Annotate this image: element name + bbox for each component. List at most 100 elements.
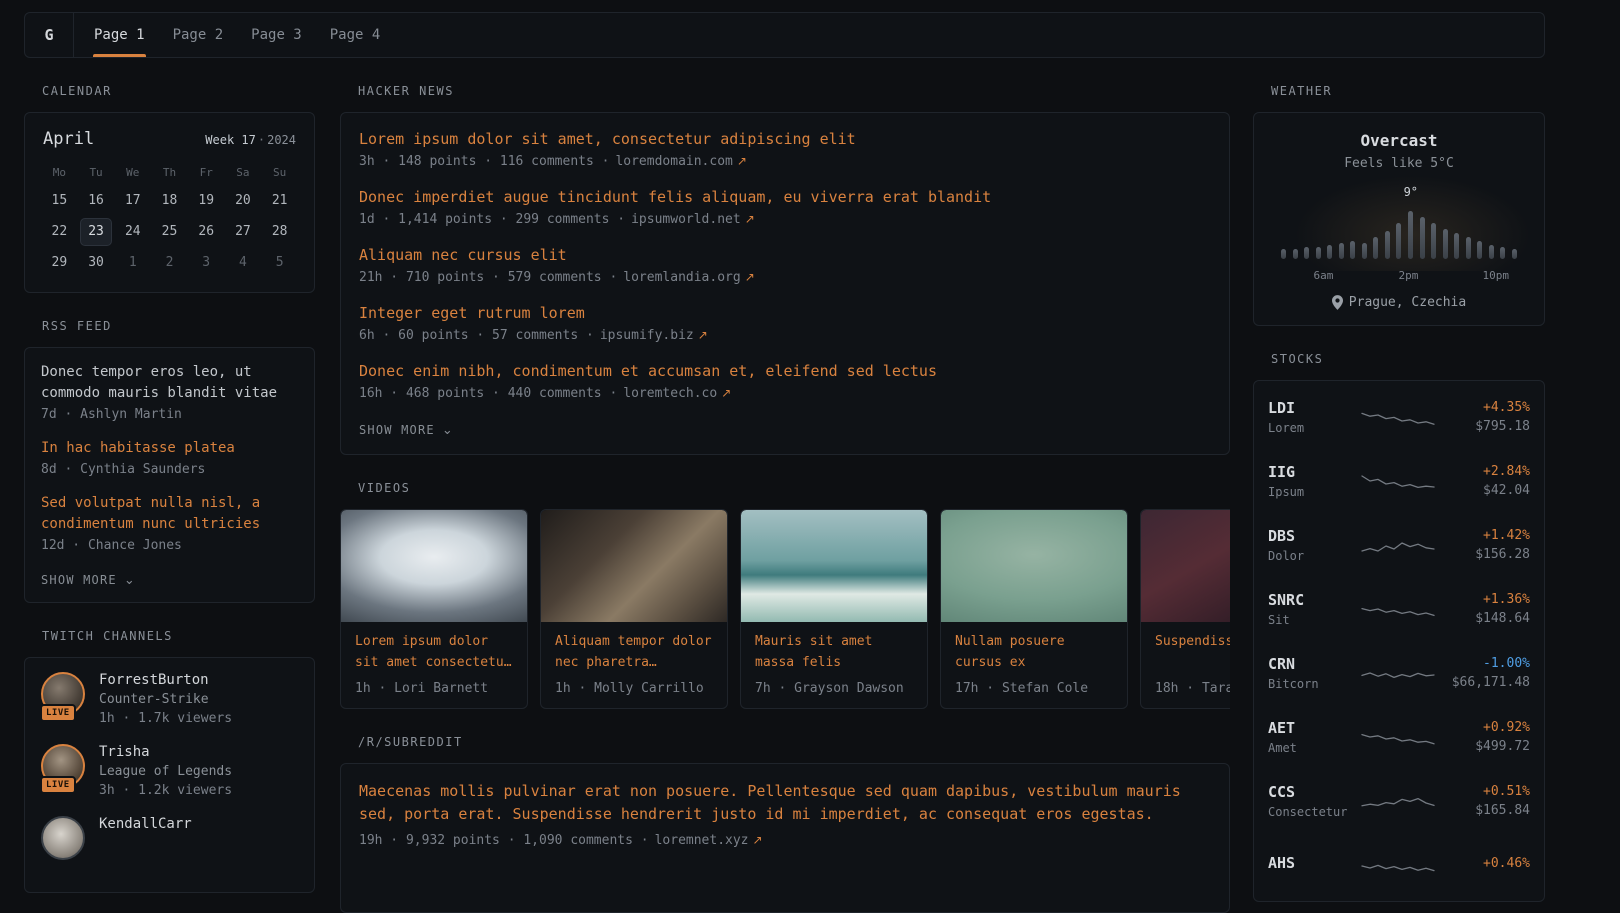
weather-panel: Overcast Feels like 5°C 9° 6am 2pm 10pm … [1253,112,1545,326]
hn-title-link[interactable]: Lorem ipsum dolor sit amet, consectetur … [359,129,1211,150]
hn-domain-text: ipsumify.biz [600,328,694,343]
rss-item-link[interactable]: Donec tempor eros leo, ut commodo mauris… [41,362,298,404]
rss-item: Sed volutpat nulla nisl, a condimentum n… [41,493,298,553]
stock-numbers: +0.51% $165.84 [1446,784,1530,818]
subreddit-domain-text: loremnet.xyz [655,833,749,848]
stock-row[interactable]: AET Amet +0.92% $499.72 [1268,705,1530,769]
rss-panel: Donec tempor eros leo, ut commodo mauris… [24,347,315,603]
video-meta: 7h · Grayson Dawson [741,674,927,708]
external-link-icon: ↗ [698,328,708,343]
twitch-channel-info: ForrestBurton Counter-Strike 1h · 1.7k v… [99,672,232,726]
twitch-channel[interactable]: KendallCarr [41,816,298,860]
weather-bar [1327,245,1332,259]
video-card[interactable]: Aliquam tempor dolor nec pharetra… 1h · … [540,509,728,709]
hn-domain-text: ipsumworld.net [631,212,741,227]
tab-page-2[interactable]: Page 2 [159,13,238,57]
stock-price: $499.72 [1446,739,1530,754]
subreddit-post-link[interactable]: Maecenas mollis pulvinar erat non posuer… [359,780,1211,827]
hn-domain-link[interactable]: loremtech.co ↗ [623,386,731,401]
twitch-channel[interactable]: LIVE Trisha League of Legends 3h · 1.2k … [41,744,298,798]
stock-numbers: +2.84% $42.04 [1446,464,1530,498]
stock-row[interactable]: SNRC Sit +1.36% $148.64 [1268,577,1530,641]
stock-change: -1.00% [1446,656,1530,671]
stock-change: +4.35% [1446,400,1530,415]
hn-title-link[interactable]: Integer eget rutrum lorem [359,303,1211,324]
video-title: Aliquam tempor dolor nec pharetra… [541,622,727,674]
tab-page-1[interactable]: Page 1 [80,13,159,57]
stock-row[interactable]: CCS Consectetur +0.51% $165.84 [1268,769,1530,833]
stock-row[interactable]: IIG Ipsum +2.84% $42.04 [1268,449,1530,513]
section-title-hackernews: HACKER NEWS [358,84,1230,98]
calendar-day-next-month: 4 [225,247,262,278]
stock-change: +1.36% [1446,592,1530,607]
stock-row[interactable]: AHS +0.46% [1268,833,1530,897]
hn-meta-text: 3h · 148 points · 116 comments · [359,154,609,169]
rss-item-link[interactable]: Sed volutpat nulla nisl, a condimentum n… [41,493,298,535]
weather-bar [1339,243,1344,259]
hn-title-link[interactable]: Donec imperdiet augue tincidunt felis al… [359,187,1211,208]
section-title-rss: RSS FEED [42,319,315,333]
stock-row[interactable]: CRN Bitcorn -1.00% $66,171.48 [1268,641,1530,705]
tab-page-4[interactable]: Page 4 [316,13,395,57]
twitch-channel-name: KendallCarr [99,816,192,832]
avatar: LIVE [41,744,85,788]
stocks-panel: LDI Lorem +4.35% $795.18 IIG Ipsum +2.84… [1253,380,1545,902]
stock-name: Bitcorn [1268,677,1350,691]
app-logo[interactable]: G [25,13,74,57]
video-thumbnail [941,510,1127,622]
video-meta: 1h · Molly Carrillo [541,674,727,708]
video-card[interactable]: Suspendisse diam 18h · Tara [1140,509,1230,709]
show-more-label: SHOW MORE [41,573,117,587]
hn-domain-link[interactable]: ipsumworld.net ↗ [631,212,755,227]
stock-symbol: LDI [1268,399,1350,417]
twitch-channel-name: ForrestBurton [99,672,232,688]
hn-domain-link[interactable]: ipsumify.biz ↗ [600,328,708,343]
rss-item-link[interactable]: In hac habitasse platea [41,438,298,459]
stock-row[interactable]: DBS Dolor +1.42% $156.28 [1268,513,1530,577]
hn-show-more-button[interactable]: SHOW MORE ⌄ [359,423,454,437]
calendar-day: 20 [225,185,262,216]
weather-feels-like: Feels like 5°C [1270,156,1528,171]
hn-domain-link[interactable]: loremlandia.org ↗ [623,270,754,285]
weather-bar [1350,241,1355,259]
stock-price: $156.28 [1446,547,1530,562]
subreddit-domain-link[interactable]: loremnet.xyz ↗ [655,833,763,848]
calendar-month: April [43,129,94,149]
rss-item: Donec tempor eros leo, ut commodo mauris… [41,362,298,422]
hn-item: Lorem ipsum dolor sit amet, consectetur … [359,129,1211,169]
subreddit-widget: /R/SUBREDDIT Maecenas mollis pulvinar er… [340,735,1230,913]
twitch-channel[interactable]: LIVE ForrestBurton Counter-Strike 1h · 1… [41,672,298,726]
calendar-day-next-month: 3 [188,247,225,278]
stock-numbers: -1.00% $66,171.48 [1446,656,1530,690]
hn-title-link[interactable]: Donec enim nibh, condimentum et accumsan… [359,361,1211,382]
stock-name: Lorem [1268,421,1350,435]
hn-meta: 21h · 710 points · 579 comments · loreml… [359,270,1211,285]
weather-location-text: Prague, Czechia [1349,295,1466,310]
tab-page-3[interactable]: Page 3 [237,13,316,57]
weather-bar [1512,249,1517,259]
stock-row[interactable]: LDI Lorem +4.35% $795.18 [1268,385,1530,449]
video-card[interactable]: Lorem ipsum dolor sit amet consectetu… 1… [340,509,528,709]
weather-location: Prague, Czechia [1270,295,1528,310]
stock-id: DBS Dolor [1268,527,1350,563]
stock-id: CRN Bitcorn [1268,655,1350,691]
calendar-day-next-month: 1 [114,247,151,278]
calendar-panel: April Week 17·2024 Mo Tu We Th Fr Sa Su … [24,112,315,293]
hn-title-link[interactable]: Aliquam nec cursus elit [359,245,1211,266]
section-title-stocks: STOCKS [1271,352,1545,366]
right-column: WEATHER Overcast Feels like 5°C 9° 6am 2… [1253,72,1545,902]
calendar-weekday: Sa [225,161,262,185]
video-card[interactable]: Nullam posuere cursus ex 17h · Stefan Co… [940,509,1128,709]
chevron-down-icon: ⌄ [124,574,136,587]
weather-peak-temp: 9° [1404,185,1418,199]
video-card[interactable]: Mauris sit amet massa felis 7h · Grayson… [740,509,928,709]
rss-show-more-button[interactable]: SHOW MORE ⌄ [41,573,136,587]
weather-time-label: 10pm [1483,269,1510,282]
stock-symbol: SNRC [1268,591,1350,609]
videos-widget: VIDEOS Lorem ipsum dolor sit amet consec… [340,481,1230,709]
calendar-day: 15 [41,185,78,216]
calendar-weekday: Th [151,161,188,185]
hn-domain-link[interactable]: loremdomain.com ↗ [615,154,746,169]
stock-price: $42.04 [1446,483,1530,498]
hn-meta-text: 16h · 468 points · 440 comments · [359,386,617,401]
